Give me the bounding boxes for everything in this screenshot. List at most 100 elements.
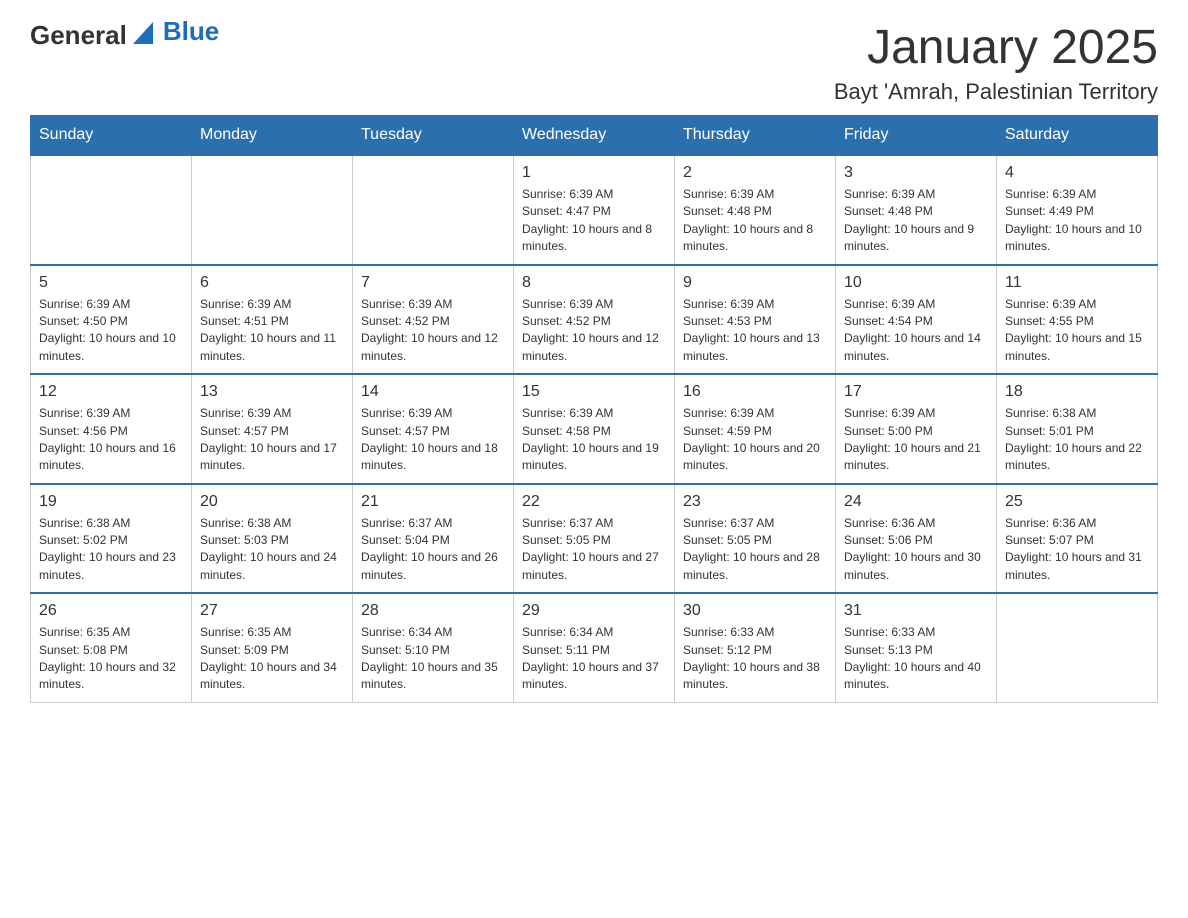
day-info: Sunrise: 6:39 AM Sunset: 4:58 PM Dayligh… [522, 405, 666, 475]
day-info: Sunrise: 6:39 AM Sunset: 4:49 PM Dayligh… [1005, 186, 1149, 256]
day-number: 15 [522, 383, 666, 401]
calendar-table: SundayMondayTuesdayWednesdayThursdayFrid… [30, 115, 1158, 703]
day-info: Sunrise: 6:38 AM Sunset: 5:03 PM Dayligh… [200, 515, 344, 585]
day-info: Sunrise: 6:34 AM Sunset: 5:10 PM Dayligh… [361, 624, 505, 694]
day-info: Sunrise: 6:39 AM Sunset: 4:53 PM Dayligh… [683, 296, 827, 366]
day-number: 3 [844, 164, 988, 182]
calendar-cell: 3 Sunrise: 6:39 AM Sunset: 4:48 PM Daylig… [836, 155, 997, 265]
calendar-cell: 17 Sunrise: 6:39 AM Sunset: 5:00 PM Dayli… [836, 374, 997, 484]
calendar-header-row: SundayMondayTuesdayWednesdayThursdayFrid… [31, 116, 1158, 156]
title-section: January 2025 Bayt 'Amrah, Palestinian Te… [834, 20, 1158, 105]
calendar-cell: 22 Sunrise: 6:37 AM Sunset: 5:05 PM Dayli… [514, 484, 675, 594]
day-info: Sunrise: 6:36 AM Sunset: 5:06 PM Dayligh… [844, 515, 988, 585]
day-number: 20 [200, 493, 344, 511]
day-info: Sunrise: 6:39 AM Sunset: 4:48 PM Dayligh… [844, 186, 988, 256]
day-info: Sunrise: 6:33 AM Sunset: 5:12 PM Dayligh… [683, 624, 827, 694]
day-info: Sunrise: 6:38 AM Sunset: 5:02 PM Dayligh… [39, 515, 183, 585]
calendar-cell: 31Sunrise: 6:33 AM Sunset: 5:13 PM Dayli… [836, 593, 997, 702]
day-number: 28 [361, 602, 505, 620]
calendar-cell: 24 Sunrise: 6:36 AM Sunset: 5:06 PM Dayli… [836, 484, 997, 594]
day-number: 26 [39, 602, 183, 620]
day-number: 6 [200, 274, 344, 292]
calendar-cell: 18 Sunrise: 6:38 AM Sunset: 5:01 PM Dayli… [997, 374, 1158, 484]
calendar-cell: 13Sunrise: 6:39 AM Sunset: 4:57 PM Dayli… [192, 374, 353, 484]
day-number: 17 [844, 383, 988, 401]
logo-blue: Blue [163, 16, 219, 47]
calendar-week-5: 26 Sunrise: 6:35 AM Sunset: 5:08 PM Dayli… [31, 593, 1158, 702]
calendar-cell: 19Sunrise: 6:38 AM Sunset: 5:02 PM Dayli… [31, 484, 192, 594]
day-number: 23 [683, 493, 827, 511]
day-number: 22 [522, 493, 666, 511]
location-title: Bayt 'Amrah, Palestinian Territory [834, 79, 1158, 105]
weekday-header-monday: Monday [192, 116, 353, 156]
calendar-cell: 6 Sunrise: 6:39 AM Sunset: 4:51 PM Daylig… [192, 265, 353, 375]
calendar-cell: 8 Sunrise: 6:39 AM Sunset: 4:52 PM Daylig… [514, 265, 675, 375]
weekday-header-sunday: Sunday [31, 116, 192, 156]
calendar-cell: 12 Sunrise: 6:39 AM Sunset: 4:56 PM Dayli… [31, 374, 192, 484]
weekday-header-wednesday: Wednesday [514, 116, 675, 156]
day-info: Sunrise: 6:37 AM Sunset: 5:05 PM Dayligh… [522, 515, 666, 585]
day-number: 24 [844, 493, 988, 511]
day-number: 5 [39, 274, 183, 292]
day-info: Sunrise: 6:39 AM Sunset: 4:52 PM Dayligh… [361, 296, 505, 366]
calendar-cell: 10 Sunrise: 6:39 AM Sunset: 4:54 PM Dayli… [836, 265, 997, 375]
day-number: 10 [844, 274, 988, 292]
day-info: Sunrise: 6:39 AM Sunset: 4:57 PM Dayligh… [361, 405, 505, 475]
day-number: 27 [200, 602, 344, 620]
calendar-cell [353, 155, 514, 265]
calendar-cell: 28 Sunrise: 6:34 AM Sunset: 5:10 PM Dayli… [353, 593, 514, 702]
month-title: January 2025 [834, 20, 1158, 75]
day-info: Sunrise: 6:39 AM Sunset: 4:54 PM Dayligh… [844, 296, 988, 366]
day-info: Sunrise: 6:39 AM Sunset: 5:00 PM Dayligh… [844, 405, 988, 475]
day-number: 4 [1005, 164, 1149, 182]
calendar-cell: 7 Sunrise: 6:39 AM Sunset: 4:52 PM Daylig… [353, 265, 514, 375]
day-number: 7 [361, 274, 505, 292]
day-info: Sunrise: 6:39 AM Sunset: 4:50 PM Dayligh… [39, 296, 183, 366]
day-number: 13 [200, 383, 344, 401]
day-number: 14 [361, 383, 505, 401]
day-info: Sunrise: 6:39 AM Sunset: 4:56 PM Dayligh… [39, 405, 183, 475]
day-info: Sunrise: 6:39 AM Sunset: 4:59 PM Dayligh… [683, 405, 827, 475]
day-info: Sunrise: 6:35 AM Sunset: 5:09 PM Dayligh… [200, 624, 344, 694]
day-number: 18 [1005, 383, 1149, 401]
calendar-cell [192, 155, 353, 265]
day-number: 21 [361, 493, 505, 511]
calendar-cell: 27 Sunrise: 6:35 AM Sunset: 5:09 PM Dayli… [192, 593, 353, 702]
day-info: Sunrise: 6:39 AM Sunset: 4:51 PM Dayligh… [200, 296, 344, 366]
day-info: Sunrise: 6:34 AM Sunset: 5:11 PM Dayligh… [522, 624, 666, 694]
calendar-cell: 29Sunrise: 6:34 AM Sunset: 5:11 PM Dayli… [514, 593, 675, 702]
calendar-week-4: 19Sunrise: 6:38 AM Sunset: 5:02 PM Dayli… [31, 484, 1158, 594]
calendar-week-1: 1Sunrise: 6:39 AM Sunset: 4:47 PM Daylig… [31, 155, 1158, 265]
calendar-cell: 15 Sunrise: 6:39 AM Sunset: 4:58 PM Dayli… [514, 374, 675, 484]
day-number: 30 [683, 602, 827, 620]
calendar-cell: 21 Sunrise: 6:37 AM Sunset: 5:04 PM Dayli… [353, 484, 514, 594]
weekday-header-thursday: Thursday [675, 116, 836, 156]
day-info: Sunrise: 6:39 AM Sunset: 4:55 PM Dayligh… [1005, 296, 1149, 366]
day-number: 31 [844, 602, 988, 620]
day-number: 8 [522, 274, 666, 292]
logo-triangle-icon [133, 22, 153, 44]
day-number: 12 [39, 383, 183, 401]
calendar-cell: 9Sunrise: 6:39 AM Sunset: 4:53 PM Daylig… [675, 265, 836, 375]
calendar-cell: 30 Sunrise: 6:33 AM Sunset: 5:12 PM Dayli… [675, 593, 836, 702]
calendar-cell: 1Sunrise: 6:39 AM Sunset: 4:47 PM Daylig… [514, 155, 675, 265]
day-number: 25 [1005, 493, 1149, 511]
calendar-cell: 23Sunrise: 6:37 AM Sunset: 5:05 PM Dayli… [675, 484, 836, 594]
calendar-cell: 5 Sunrise: 6:39 AM Sunset: 4:50 PM Daylig… [31, 265, 192, 375]
day-number: 11 [1005, 274, 1149, 292]
day-info: Sunrise: 6:39 AM Sunset: 4:52 PM Dayligh… [522, 296, 666, 366]
calendar-week-3: 12 Sunrise: 6:39 AM Sunset: 4:56 PM Dayli… [31, 374, 1158, 484]
day-number: 2 [683, 164, 827, 182]
calendar-cell: 2 Sunrise: 6:39 AM Sunset: 4:48 PM Daylig… [675, 155, 836, 265]
day-info: Sunrise: 6:38 AM Sunset: 5:01 PM Dayligh… [1005, 405, 1149, 475]
day-info: Sunrise: 6:39 AM Sunset: 4:48 PM Dayligh… [683, 186, 827, 256]
calendar-cell: 20 Sunrise: 6:38 AM Sunset: 5:03 PM Dayli… [192, 484, 353, 594]
calendar-cell: 11 Sunrise: 6:39 AM Sunset: 4:55 PM Dayli… [997, 265, 1158, 375]
calendar-cell: 4 Sunrise: 6:39 AM Sunset: 4:49 PM Daylig… [997, 155, 1158, 265]
logo-general: General [30, 20, 127, 51]
day-info: Sunrise: 6:37 AM Sunset: 5:04 PM Dayligh… [361, 515, 505, 585]
day-info: Sunrise: 6:35 AM Sunset: 5:08 PM Dayligh… [39, 624, 183, 694]
day-number: 16 [683, 383, 827, 401]
calendar-cell: 25Sunrise: 6:36 AM Sunset: 5:07 PM Dayli… [997, 484, 1158, 594]
weekday-header-friday: Friday [836, 116, 997, 156]
